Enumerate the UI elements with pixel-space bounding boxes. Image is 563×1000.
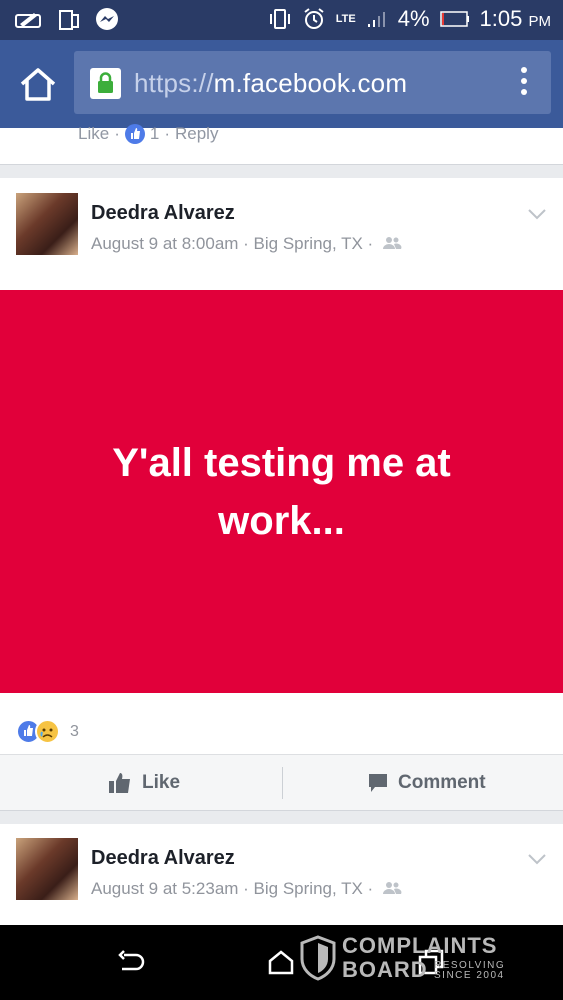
comment-button[interactable]: Comment: [368, 755, 486, 811]
comment-like-count: 1: [149, 124, 160, 143]
watermark-title: COMPLAINTS: [342, 933, 498, 958]
like-button[interactable]: Like: [108, 755, 180, 811]
comment-icon: [369, 774, 387, 792]
avatar[interactable]: [16, 193, 78, 255]
post-meta: August 9 at 5:23am · Big Spring, TX ·: [91, 879, 402, 899]
feed-divider: [0, 164, 563, 178]
network-label: LTE: [335, 13, 356, 25]
home-icon[interactable]: [18, 66, 58, 102]
browser-toolbar: https://m.facebook.com: [0, 40, 563, 128]
like-icon: [124, 124, 145, 144]
post-author[interactable]: Deedra Alvarez: [91, 847, 235, 870]
alarm-icon: [304, 8, 324, 29]
separator: ·: [164, 124, 170, 143]
previous-comment-actions: Like · 1 · Reply: [78, 124, 218, 144]
post-meta-text: August 9 at 5:23am · Big Spring, TX ·: [91, 879, 374, 898]
chevron-down-icon[interactable]: [527, 208, 547, 220]
battery-icon: [439, 11, 469, 27]
pen-edit-icon: [15, 13, 41, 28]
sad-reaction-icon: [35, 719, 60, 744]
status-bar: LTE 4% 1:05 PM: [0, 0, 563, 40]
tablet-icon: [59, 10, 79, 30]
messenger-icon: [96, 8, 118, 30]
watermark-subtitle: BOARD: [342, 957, 428, 982]
feed-divider: [0, 810, 563, 824]
status-right: LTE 4% 1:05 PM: [268, 6, 551, 32]
comment-label: Comment: [398, 772, 486, 793]
chevron-down-icon[interactable]: [527, 853, 547, 865]
watermark-tagline: RESOLVING SINCE 2004: [434, 961, 505, 981]
comment-like-link[interactable]: Like: [78, 124, 109, 144]
comment-reply-link[interactable]: Reply: [175, 124, 218, 144]
signal-icon: [367, 12, 385, 27]
vibrate-icon: [269, 9, 290, 29]
post-text-banner: Y'all testing me at work...: [0, 290, 563, 693]
separator: ·: [114, 124, 120, 143]
post-author[interactable]: Deedra Alvarez: [91, 202, 235, 225]
post-meta-text: August 9 at 8:00am · Big Spring, TX ·: [91, 234, 374, 253]
post-meta: August 9 at 8:00am · Big Spring, TX ·: [91, 234, 402, 254]
watermark: COMPLAINTS BOARD RESOLVING SINCE 2004: [300, 935, 520, 985]
url-field[interactable]: https://m.facebook.com: [74, 51, 551, 114]
clock: 1:05 PM: [480, 6, 551, 32]
watermark-tagline-2: SINCE 2004: [434, 970, 505, 981]
friends-icon: [382, 882, 402, 894]
battery-percent: 4%: [397, 6, 430, 31]
action-separator: [282, 767, 283, 799]
clock-time: 1:05: [479, 6, 523, 31]
home-nav-icon[interactable]: [268, 949, 294, 975]
reaction-count: 3: [70, 722, 79, 740]
url-text: https://m.facebook.com: [134, 68, 407, 99]
url-host: m.facebook.com: [213, 68, 408, 98]
url-scheme: https://: [134, 68, 214, 98]
post-text: Y'all testing me at work...: [112, 440, 451, 543]
shield-logo-icon: [300, 935, 336, 981]
clock-ampm: PM: [528, 13, 552, 30]
post-header: Deedra Alvarez August 9 at 5:23am · Big …: [0, 824, 563, 934]
avatar[interactable]: [16, 838, 78, 900]
lock-icon: [90, 68, 121, 99]
notification-icons: [14, 7, 120, 33]
reactions-summary[interactable]: 3: [16, 719, 79, 744]
friends-icon: [382, 237, 402, 249]
post-header: Deedra Alvarez August 9 at 8:00am · Big …: [0, 178, 563, 288]
thumbs-up-icon: [109, 773, 130, 793]
like-label: Like: [142, 772, 181, 793]
back-icon[interactable]: [116, 949, 146, 977]
post-action-bar: Like Comment: [0, 754, 563, 810]
menu-icon[interactable]: [519, 67, 529, 99]
